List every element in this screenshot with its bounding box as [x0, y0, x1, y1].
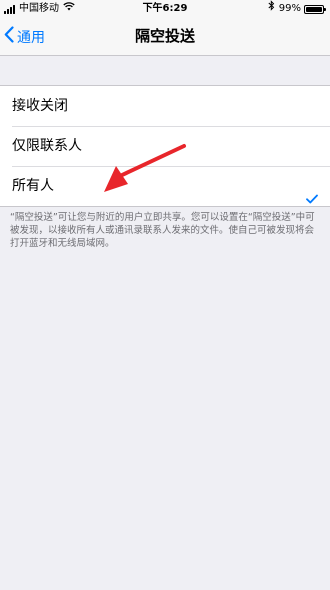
option-label: 所有人 [12, 178, 54, 194]
option-label: 接收关闭 [12, 98, 68, 114]
airdrop-description: “隔空投送”可让您与附近的用户立即共享。您可以设置在“隔空投送”中可被发现，以接… [10, 212, 315, 249]
battery-icon [304, 4, 326, 14]
battery-level-fill [306, 6, 322, 12]
airdrop-options-list: 接收关闭 仅限联系人 所有人 [0, 85, 330, 207]
status-bar: 中国移动 下午6:29 99% [0, 0, 330, 18]
option-contacts-only[interactable]: 仅限联系人 [0, 126, 330, 166]
bluetooth-icon [268, 0, 275, 18]
navigation-bar: 通用 隔空投送 [0, 18, 330, 56]
battery-percent: 99% [278, 3, 301, 14]
option-label: 仅限联系人 [12, 138, 82, 154]
option-receiving-off[interactable]: 接收关闭 [0, 86, 330, 126]
page-title: 隔空投送 [134, 27, 195, 45]
option-everyone[interactable]: 所有人 [0, 166, 330, 206]
